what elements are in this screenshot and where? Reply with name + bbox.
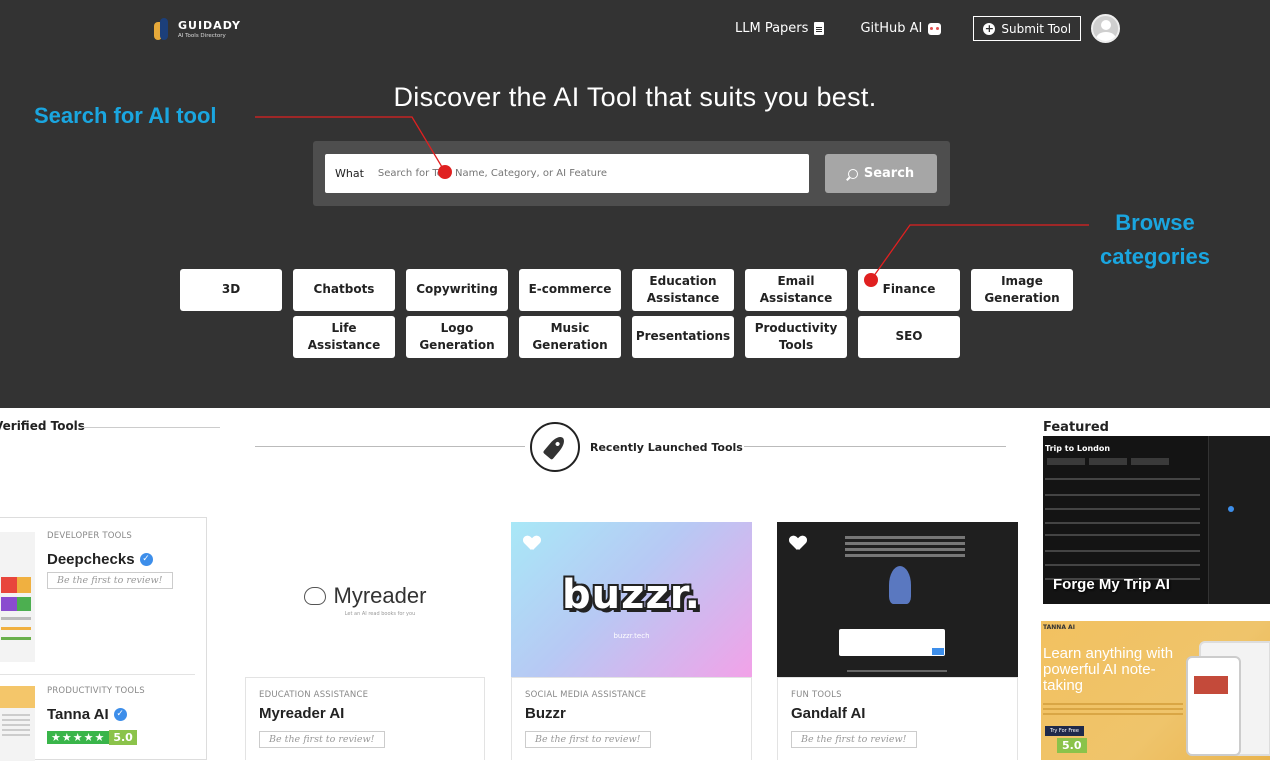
tool-category: PRODUCTIVITY TOOLS: [47, 686, 145, 696]
tool-category: EDUCATION ASSISTANCE: [259, 690, 369, 700]
featured-screen-title: Trip to London: [1045, 444, 1111, 453]
review-prompt[interactable]: Be the first to review!: [47, 572, 173, 589]
myreader-logo-sub: Let an AI read books for you: [344, 610, 416, 617]
featured-tool-name[interactable]: Forge My Trip AI: [1053, 576, 1170, 593]
verified-tools-title: Verified Tools: [0, 419, 85, 433]
tool-name[interactable]: Myreader AI: [259, 705, 484, 722]
rating-row: ★★★★★ 5.0: [47, 726, 145, 745]
rocket-icon: [542, 433, 568, 461]
gandalf-thumbnail[interactable]: [777, 522, 1018, 677]
divider: [0, 674, 195, 675]
tool-card-buzzr[interactable]: buzzr. buzzr.tech SOCIAL MEDIA ASSISTANC…: [511, 522, 752, 760]
review-prompt[interactable]: Be the first to review!: [259, 731, 385, 748]
deepchecks-thumbnail[interactable]: [0, 532, 35, 662]
tanna-thumbnail[interactable]: [0, 686, 35, 761]
featured-headline: Learn anything with powerful AI note-tak…: [1043, 645, 1174, 694]
myreader-thumbnail[interactable]: Myreader Let an AI read books for you: [245, 522, 485, 677]
tool-category: DEVELOPER TOOLS: [47, 531, 133, 541]
review-prompt[interactable]: Be the first to review!: [791, 731, 917, 748]
myreader-logo-text: Myreader: [333, 582, 427, 608]
tool-name[interactable]: Tanna AI: [47, 706, 109, 723]
verified-tool-card[interactable]: DEVELOPER TOOLS Deepchecks ✓ Be the first…: [47, 531, 173, 589]
review-prompt[interactable]: Be the first to review!: [525, 731, 651, 748]
featured-cta-button[interactable]: Try For Free: [1045, 726, 1084, 736]
wizard-icon: [889, 566, 911, 604]
tool-category: FUN TOOLS: [791, 690, 842, 700]
buzzr-logo-sub: buzzr.tech: [613, 632, 650, 640]
star-rating-icon: ★★★★★: [47, 731, 110, 744]
tool-category: SOCIAL MEDIA ASSISTANCE: [525, 690, 647, 700]
buzzr-thumbnail[interactable]: buzzr. buzzr.tech: [511, 522, 752, 677]
favorite-heart-icon[interactable]: [790, 536, 806, 550]
verified-badge-icon: ✓: [139, 553, 153, 566]
verified-tool-card[interactable]: PRODUCTIVITY TOOLS Tanna AI ✓ ★★★★★ 5.0: [47, 686, 145, 745]
featured-brand: TANNA AI: [1043, 624, 1075, 631]
featured-title: Featured: [1043, 420, 1109, 435]
divider: [255, 446, 525, 447]
annotation-pointers: [255, 116, 1089, 287]
featured-card-forge-my-trip[interactable]: Trip to London Forge My Trip AI: [1043, 436, 1270, 604]
featured-card-tanna[interactable]: TANNA AI Learn anything with powerful AI…: [1041, 621, 1270, 760]
favorite-heart-icon[interactable]: [524, 536, 540, 550]
brain-icon: [303, 586, 326, 605]
recently-launched-title: Recently Launched Tools: [590, 440, 743, 454]
tool-card-gandalf[interactable]: FUN TOOLS Gandalf AI Be the first to rev…: [777, 522, 1018, 760]
tool-name[interactable]: Deepchecks: [47, 551, 135, 568]
divider: [82, 427, 220, 428]
recently-launched-header: Recently Launched Tools: [530, 422, 743, 472]
tool-name[interactable]: Gandalf AI: [791, 705, 1017, 722]
hero-section: GUIDADY AI Tools Directory LLM Papers Gi…: [0, 0, 1270, 408]
rating-value: 5.0: [109, 730, 137, 745]
featured-rating: 5.0: [1057, 738, 1087, 753]
divider: [744, 446, 1006, 447]
rocket-badge: [530, 422, 580, 472]
buzzr-logo-text: buzzr.: [562, 572, 701, 618]
tool-card-myreader[interactable]: Myreader Let an AI read books for you ED…: [245, 522, 485, 760]
verified-badge-icon: ✓: [113, 708, 127, 721]
tool-name[interactable]: Buzzr: [525, 705, 751, 722]
verified-tools-panel: DEVELOPER TOOLS Deepchecks ✓ Be the first…: [0, 517, 207, 761]
